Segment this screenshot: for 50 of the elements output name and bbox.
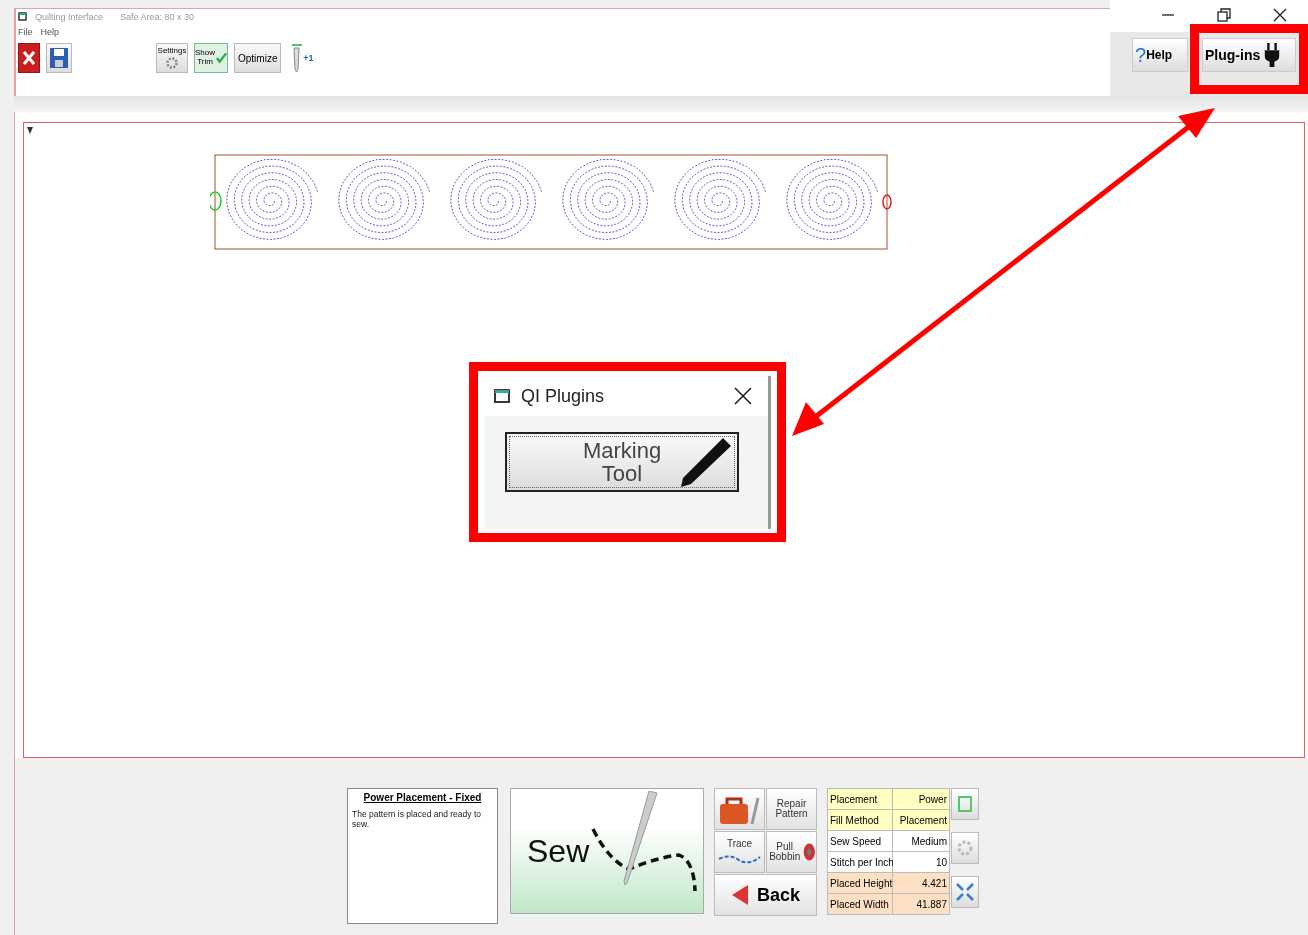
expand-icon — [955, 882, 975, 902]
setting-label: Placed Height — [828, 873, 892, 893]
settings-icon — [165, 56, 179, 70]
setting-value: Placement — [893, 810, 949, 830]
help-button[interactable]: ?Help — [1132, 38, 1188, 72]
window-title: Quilting Interface — [35, 12, 104, 22]
safe-area-label: Safe Area: 80 x 30 — [120, 12, 195, 22]
menu-item[interactable]: Help — [40, 27, 60, 37]
close-icon — [22, 50, 36, 66]
sew-button[interactable]: Sew — [510, 788, 704, 914]
setting-label: Placement — [828, 789, 892, 809]
setting-label: Placed Width — [828, 894, 892, 914]
toolbox-button[interactable] — [714, 788, 765, 830]
close-icon[interactable] — [734, 387, 752, 405]
repair-pattern-button[interactable]: Repair Pattern — [766, 788, 817, 830]
expand-button[interactable] — [951, 876, 979, 908]
checkmark-icon — [216, 52, 227, 64]
gear-icon — [956, 839, 974, 857]
app-icon — [493, 387, 513, 405]
setting-value: 10 — [893, 852, 949, 872]
save-button[interactable] — [46, 43, 72, 73]
close-icon[interactable] — [1273, 8, 1287, 22]
setting-label: Sew Speed — [828, 831, 892, 851]
settings-button[interactable]: Settings — [156, 43, 188, 73]
restore-icon[interactable] — [1217, 8, 1231, 22]
close-file-button[interactable] — [18, 43, 40, 73]
setting-value: Medium — [893, 831, 949, 851]
show-trim-toggle[interactable]: Show Trim — [194, 43, 228, 73]
dialog-title: QI Plugins — [521, 385, 605, 407]
frame-icon — [957, 795, 973, 813]
menu-item[interactable]: File — [18, 27, 33, 37]
back-button[interactable]: Back — [714, 874, 817, 916]
info-heading: Power Placement - Fixed — [362, 792, 483, 803]
back-arrow-icon — [731, 884, 749, 906]
needle-icon — [291, 43, 304, 73]
app-icon — [18, 12, 28, 22]
setting-value: 41.887 — [893, 894, 949, 914]
info-text: The pattern is placed and ready to sew. — [352, 809, 482, 829]
optimize-button[interactable]: Optimize — [234, 43, 282, 73]
pull-bobbin-button[interactable]: Pull Bobbin — [766, 831, 817, 873]
plugins-button[interactable]: Plug-ins — [1202, 38, 1296, 72]
marking-tool-button[interactable]: Marking Tool — [505, 432, 739, 492]
setting-label: Fill Method — [828, 810, 892, 830]
setting-label: Stitch per Inch — [828, 852, 892, 872]
plug-icon — [1264, 43, 1281, 67]
setting-value: 4.421 — [893, 873, 949, 893]
trace-button[interactable]: Trace — [714, 831, 765, 873]
needle-count-button[interactable]: +1 — [287, 43, 318, 73]
corner-marker-icon — [27, 127, 33, 134]
setting-value: Power — [893, 789, 949, 809]
